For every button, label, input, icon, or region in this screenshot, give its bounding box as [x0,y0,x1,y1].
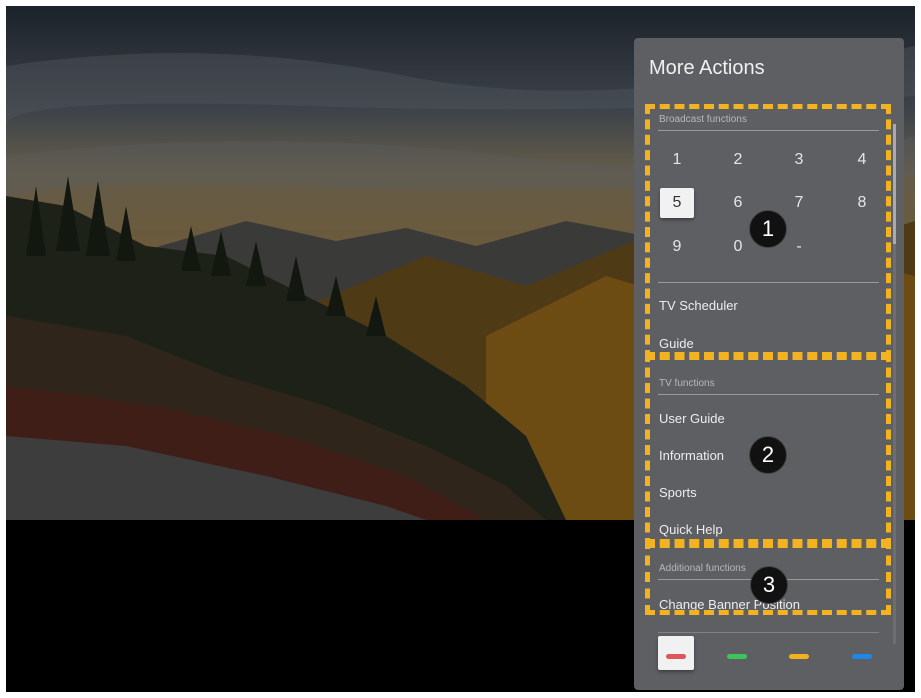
panel-title: More Actions [649,57,765,79]
yellow-key-icon[interactable] [789,654,809,659]
color-key-bar [634,628,904,690]
red-key-icon [666,654,686,659]
green-key-icon[interactable] [727,654,747,659]
panel-scrollbar-thumb[interactable] [893,124,896,244]
red-key-button[interactable] [658,636,694,670]
callout-badge-2: 2 [749,436,787,474]
blue-key-icon[interactable] [852,654,872,659]
callout-badge-3: 3 [750,566,788,604]
callout-badge-1: 1 [749,210,787,248]
